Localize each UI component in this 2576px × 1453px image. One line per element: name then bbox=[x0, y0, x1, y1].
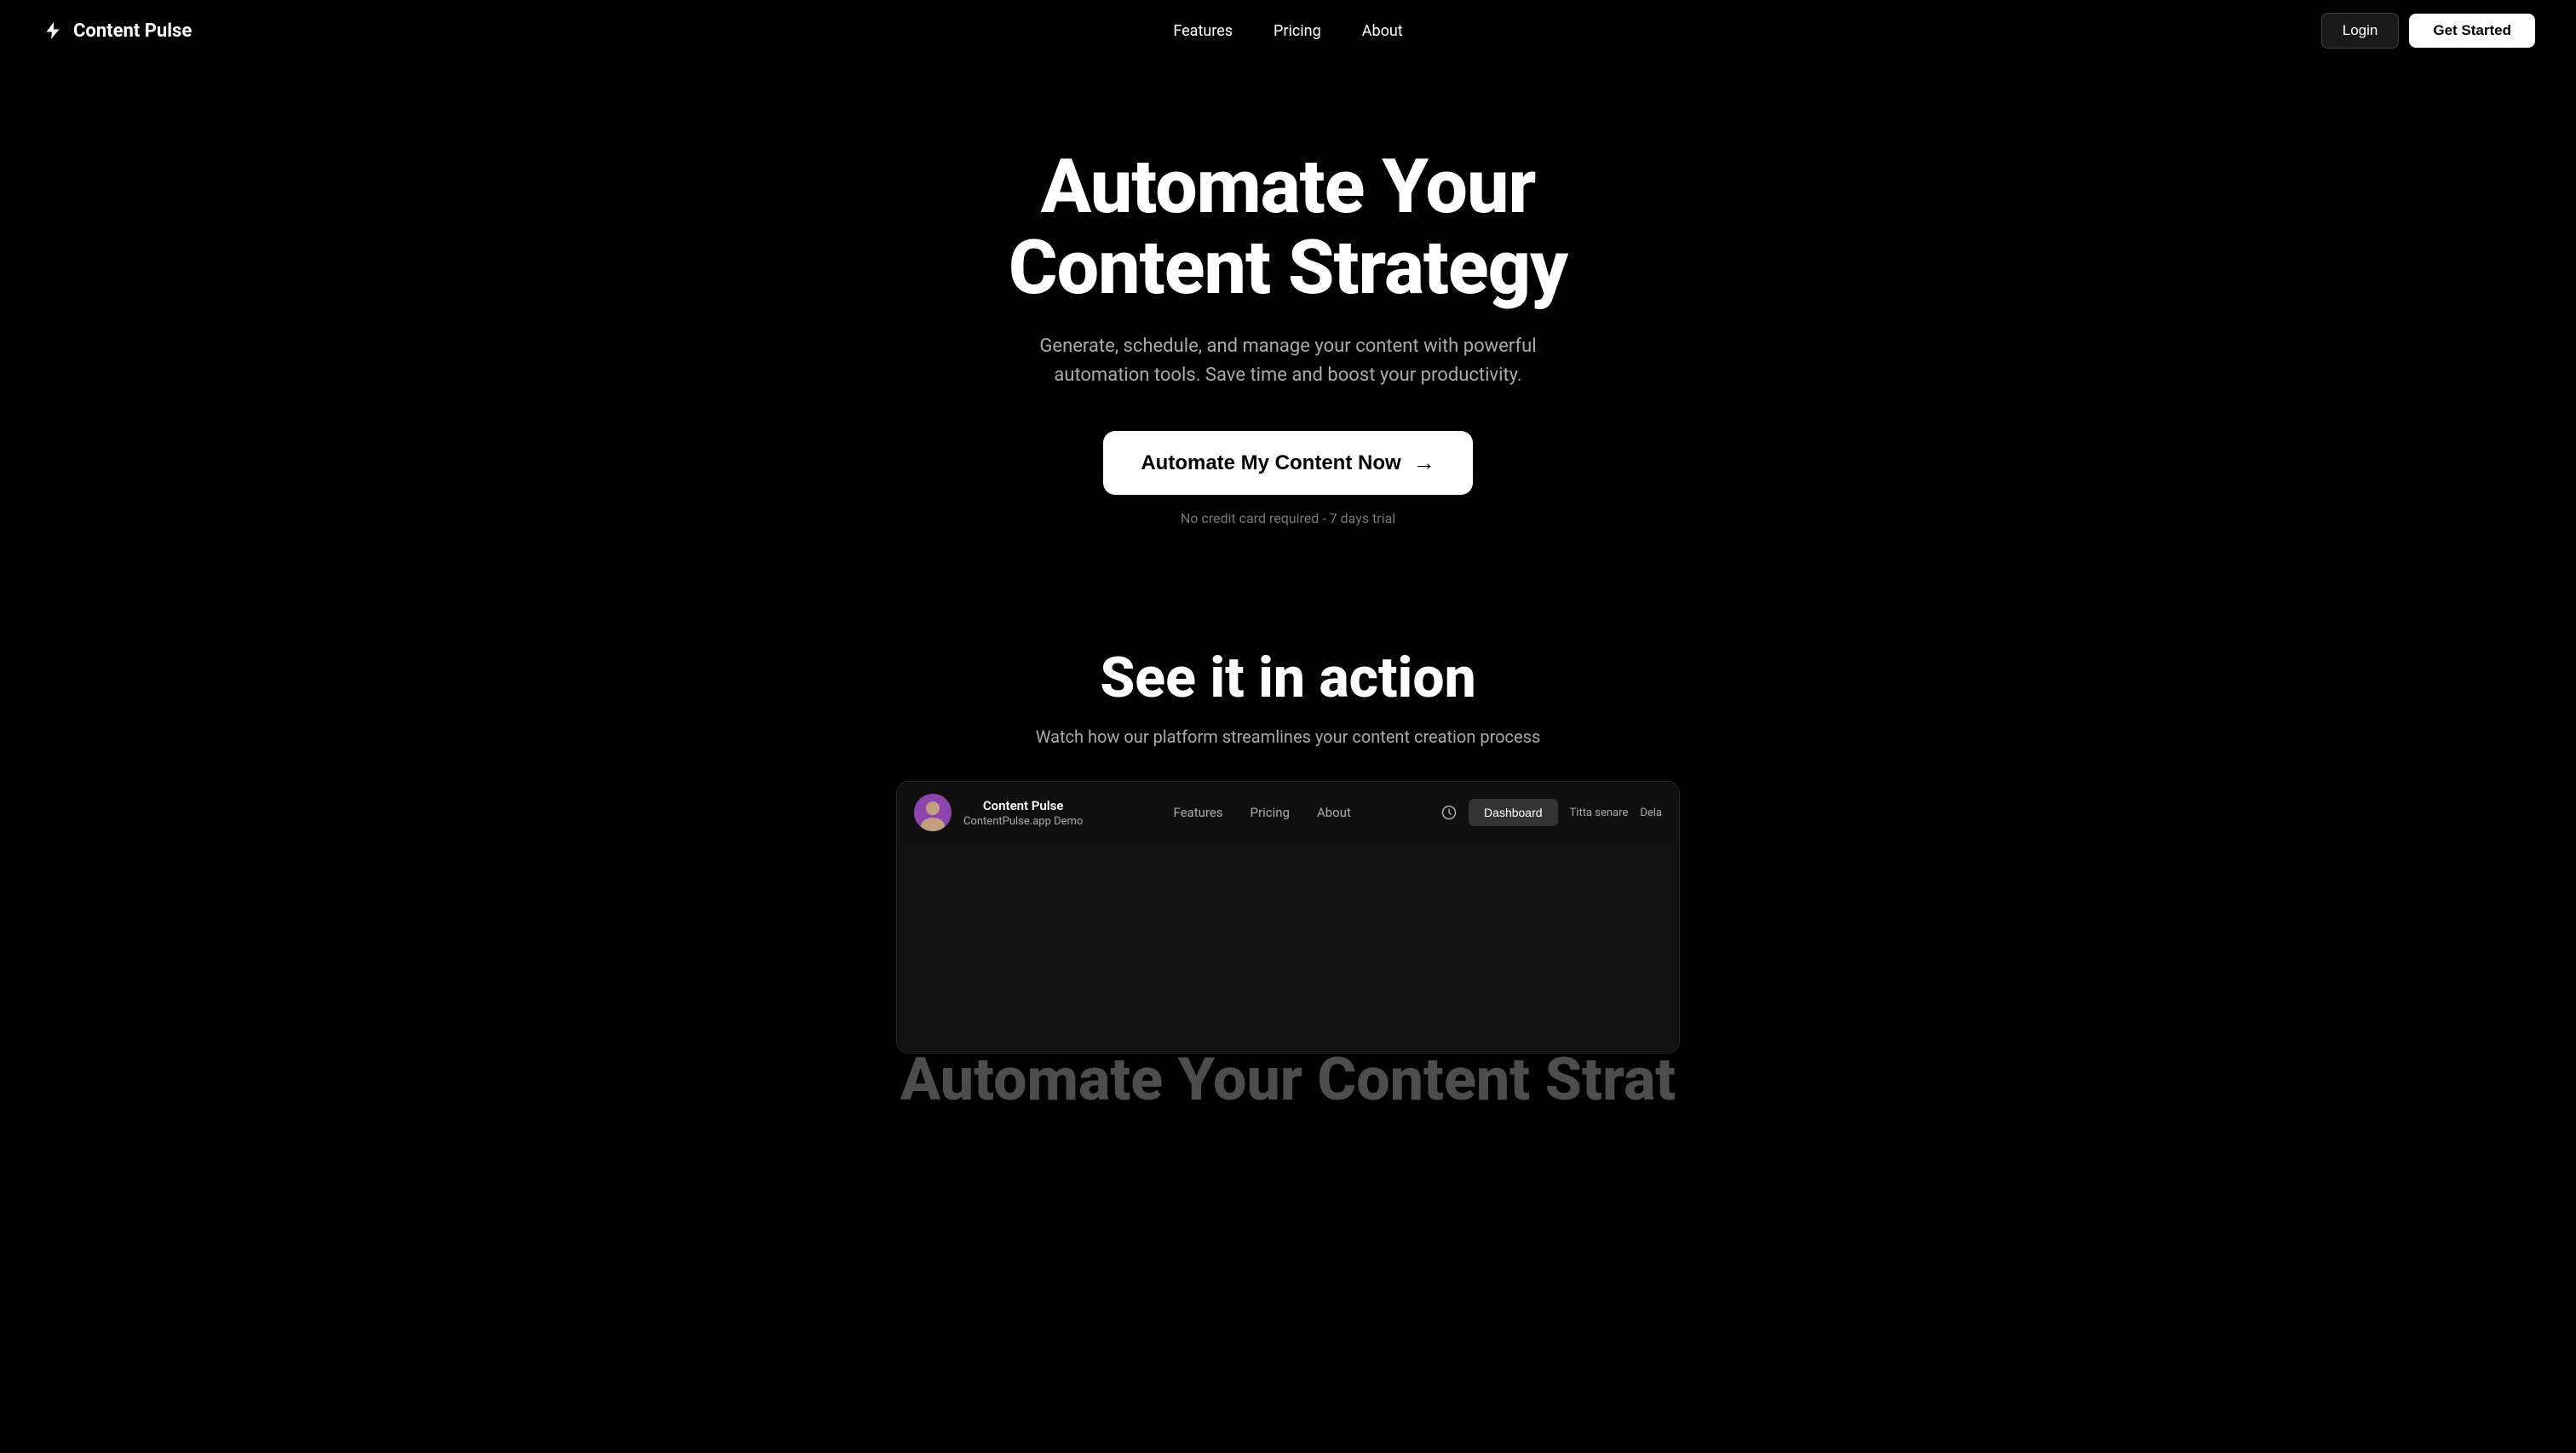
brand-name: Content Pulse bbox=[73, 20, 192, 42]
video-avatar bbox=[914, 794, 952, 831]
video-channel-note: ContentPulse.app Demo bbox=[963, 815, 1083, 828]
video-nav-features[interactable]: Features bbox=[1173, 805, 1222, 820]
dashboard-button[interactable]: Dashboard bbox=[1469, 799, 1558, 826]
nav-link-pricing[interactable]: Pricing bbox=[1274, 22, 1321, 40]
login-button[interactable]: Login bbox=[2321, 13, 2400, 49]
video-preview-wrapper: Content Pulse ContentPulse.app Demo Feat… bbox=[896, 781, 1680, 1054]
nav-actions: Login Get Started bbox=[2321, 13, 2535, 49]
video-channel-name: Content Pulse bbox=[963, 798, 1083, 813]
bottom-section: Automate Your Content Strat bbox=[0, 1045, 2576, 1166]
watch-later-label[interactable]: Titta senare bbox=[1570, 807, 1629, 819]
logo[interactable]: Content Pulse bbox=[41, 19, 192, 43]
video-nav-about[interactable]: About bbox=[1317, 805, 1351, 820]
section-action-subtitle: Watch how our platform streamlines your … bbox=[1036, 726, 1541, 747]
cta-note: No credit card required - 7 days trial bbox=[1181, 510, 1395, 526]
video-preview[interactable]: Content Pulse ContentPulse.app Demo Feat… bbox=[896, 781, 1680, 1054]
hero-subtitle: Generate, schedule, and manage your cont… bbox=[1015, 332, 1561, 390]
arrow-icon: → bbox=[1413, 450, 1435, 476]
video-bar-center: Features Pricing About bbox=[1173, 805, 1350, 820]
hero-section: Automate Your Content Strategy Generate,… bbox=[0, 61, 2576, 594]
cta-label: Automate My Content Now bbox=[1141, 451, 1400, 475]
get-started-button[interactable]: Get Started bbox=[2409, 14, 2535, 48]
main-nav: Content Pulse Features Pricing About Log… bbox=[0, 0, 2576, 61]
section-action-title: See it in action bbox=[1100, 646, 1475, 711]
nav-links: Features Pricing About bbox=[1173, 22, 1402, 40]
share-label[interactable]: Dela bbox=[1640, 807, 1662, 819]
nav-link-about[interactable]: About bbox=[1362, 22, 1403, 40]
video-bar-right: Dashboard Titta senare Dela bbox=[1441, 799, 1662, 826]
bottom-hero-text: Automate Your Content Strat bbox=[900, 1045, 1676, 1115]
video-clock bbox=[1441, 805, 1457, 820]
hero-title: Automate Your Content Strategy bbox=[905, 146, 1671, 308]
cta-button[interactable]: Automate My Content Now → bbox=[1103, 431, 1472, 495]
video-bar: Content Pulse ContentPulse.app Demo Feat… bbox=[897, 782, 1679, 843]
video-bar-left: Content Pulse ContentPulse.app Demo bbox=[914, 794, 1083, 831]
see-in-action-section: See it in action Watch how our platform … bbox=[0, 594, 2576, 1054]
logo-icon bbox=[41, 19, 65, 43]
video-channel-info: Content Pulse ContentPulse.app Demo bbox=[963, 798, 1083, 828]
video-nav-pricing[interactable]: Pricing bbox=[1251, 805, 1290, 820]
nav-link-features[interactable]: Features bbox=[1173, 22, 1233, 40]
